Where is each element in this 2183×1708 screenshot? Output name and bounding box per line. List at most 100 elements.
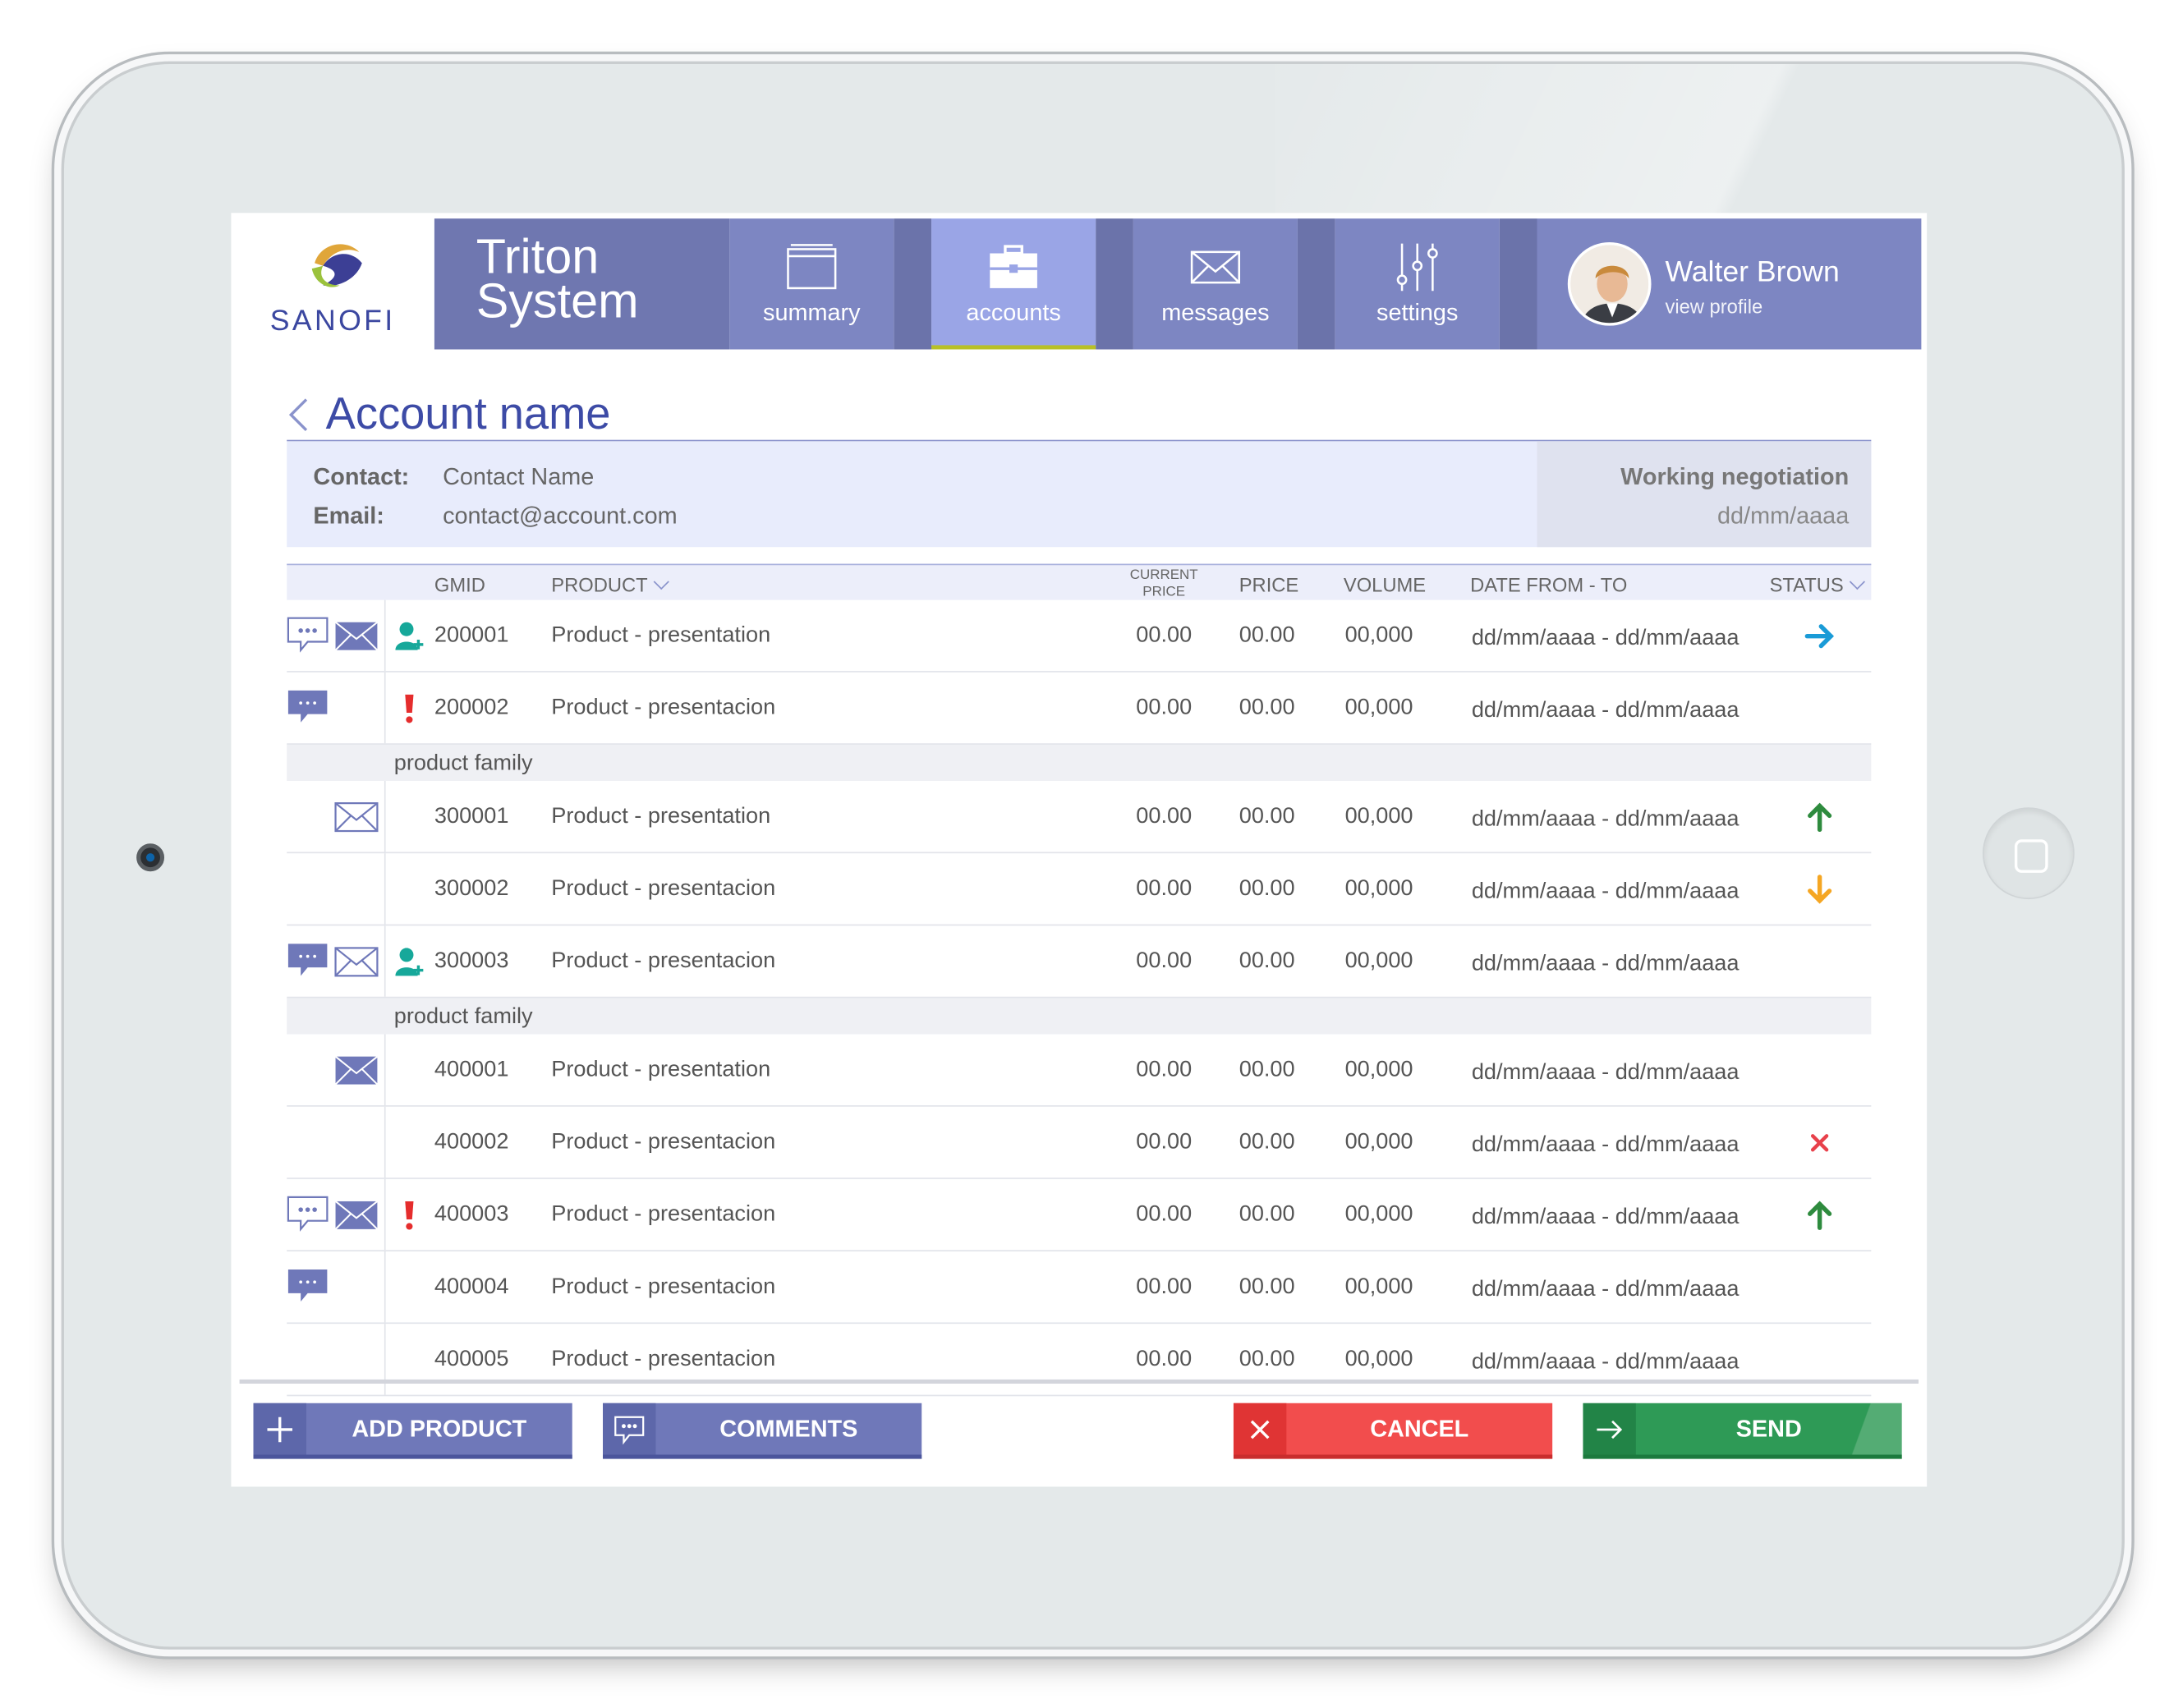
back-chevron-icon[interactable] — [287, 397, 312, 433]
table-row[interactable]: 400004 Product - presentacion 00.00 00.00 00… — [287, 1251, 1872, 1325]
home-button[interactable] — [1982, 807, 2075, 900]
account-detail-panel: Account name Contact: Contact Name Email… — [253, 365, 1905, 1397]
arrow-up-icon — [1804, 801, 1835, 833]
volume-cell[interactable]: 00,000 — [1345, 1203, 1413, 1228]
price-cell[interactable]: 00.00 — [1239, 1058, 1295, 1083]
date-range-cell[interactable]: dd/mm/aaaa - dd/mm/aaaa — [1472, 807, 1740, 833]
mail-icon[interactable] — [334, 1200, 379, 1237]
column-price[interactable]: PRICE — [1239, 573, 1299, 595]
volume-cell[interactable]: 00,000 — [1345, 623, 1413, 649]
row-divider — [384, 1178, 386, 1251]
volume-cell[interactable]: 00,000 — [1345, 805, 1413, 830]
sanofi-logo[interactable]: SANOFI — [231, 213, 434, 350]
table-row[interactable]: 400002 Product - presentacion 00.00 00.00 00… — [287, 1106, 1872, 1179]
table-row[interactable]: 300003 Product - presentacion 00.00 00.00 00… — [287, 925, 1872, 999]
rejected-x-icon — [1804, 1127, 1835, 1158]
volume-cell[interactable]: 00,000 — [1345, 877, 1413, 902]
date-range-cell[interactable]: dd/mm/aaaa - dd/mm/aaaa — [1472, 1061, 1740, 1086]
gmid-cell: 400003 — [434, 1202, 509, 1227]
price-cell[interactable]: 00.00 — [1239, 623, 1295, 649]
product-cell: Product - presentacion — [551, 949, 776, 973]
email-value[interactable]: contact@account.com — [443, 503, 678, 530]
tab-settings[interactable]: settings — [1335, 218, 1500, 350]
column-volume[interactable]: VOLUME — [1344, 573, 1426, 595]
page-title: Account name — [325, 388, 611, 438]
price-cell[interactable]: 00.00 — [1239, 1275, 1295, 1301]
mail-outline-icon[interactable] — [334, 801, 379, 839]
date-range-cell[interactable]: dd/mm/aaaa - dd/mm/aaaa — [1472, 1350, 1740, 1375]
row-divider — [384, 599, 386, 672]
volume-cell[interactable]: 00,000 — [1345, 1131, 1413, 1156]
column-date[interactable]: DATE FROM - TO — [1470, 573, 1627, 595]
table-row[interactable]: 300002 Product - presentacion 00.00 00.00 00… — [287, 853, 1872, 926]
arrow-down-icon — [1804, 875, 1835, 905]
volume-cell[interactable]: 00,000 — [1345, 1058, 1413, 1083]
column-product[interactable]: PRODUCT — [551, 573, 670, 596]
product-cell: Product - presentation — [551, 623, 771, 648]
table-row[interactable]: 200002 Product - presentacion 00.00 00.00 00… — [287, 672, 1872, 745]
tab-messages-label: messages — [1161, 299, 1270, 326]
price-cell[interactable]: 00.00 — [1239, 696, 1295, 722]
app-title-line2: System — [476, 273, 639, 329]
view-profile-link[interactable]: view profile — [1665, 295, 1762, 317]
date-range-cell[interactable]: dd/mm/aaaa - dd/mm/aaaa — [1472, 1278, 1740, 1303]
tab-messages[interactable]: messages — [1133, 218, 1298, 350]
account-info-bar: Contact: Contact Name Email: contact@acc… — [287, 441, 1872, 548]
product-cell: Product - presentacion — [551, 696, 776, 720]
column-product-label: PRODUCT — [551, 573, 648, 596]
column-current-price[interactable]: CURRENT PRICE — [1125, 568, 1203, 602]
price-cell[interactable]: 00.00 — [1239, 1131, 1295, 1156]
volume-cell[interactable]: 00,000 — [1345, 696, 1413, 722]
current-price-cell: 00.00 — [1136, 949, 1193, 973]
tab-summary[interactable]: summary — [729, 218, 894, 350]
comment-filled-icon[interactable] — [287, 689, 329, 732]
arrow-right-icon — [1583, 1403, 1636, 1455]
table-row[interactable]: 200001 Product - presentation 00.00 00.00 00… — [287, 599, 1872, 673]
comment-filled-icon[interactable] — [287, 1268, 329, 1311]
comments-button[interactable]: COMMENTS — [603, 1403, 922, 1459]
price-cell[interactable]: 00.00 — [1239, 805, 1295, 830]
date-range-cell[interactable]: dd/mm/aaaa - dd/mm/aaaa — [1472, 1205, 1740, 1231]
sanofi-bird-icon — [311, 244, 362, 287]
price-cell[interactable]: 00.00 — [1239, 877, 1295, 902]
comment-icon[interactable] — [287, 1196, 329, 1239]
gmid-cell: 400004 — [434, 1274, 509, 1299]
comment-icon[interactable] — [287, 617, 329, 660]
volume-cell[interactable]: 00,000 — [1345, 1275, 1413, 1301]
cancel-button[interactable]: CANCEL — [1233, 1403, 1553, 1459]
gmid-cell: 200001 — [434, 623, 509, 648]
mail-icon[interactable] — [334, 621, 379, 659]
price-cell[interactable]: 00.00 — [1239, 1348, 1295, 1373]
price-cell[interactable]: 00.00 — [1239, 949, 1295, 975]
avatar — [1567, 241, 1652, 326]
sort-chevron-icon — [654, 574, 670, 590]
table-row[interactable]: 400005 Product - presentacion 00.00 00.00 00… — [287, 1324, 1872, 1397]
date-range-cell[interactable]: dd/mm/aaaa - dd/mm/aaaa — [1472, 627, 1740, 652]
user-profile[interactable]: Walter Brown view profile — [1537, 218, 1922, 350]
tab-accounts[interactable]: accounts — [931, 218, 1096, 350]
send-button[interactable]: SEND — [1583, 1403, 1902, 1459]
table-row[interactable]: 400003 Product - presentacion 00.00 00.00 00… — [287, 1178, 1872, 1251]
column-status[interactable]: STATUS — [1770, 573, 1866, 596]
gmid-cell: 300001 — [434, 804, 509, 829]
date-range-cell[interactable]: dd/mm/aaaa - dd/mm/aaaa — [1472, 1133, 1740, 1159]
table-row[interactable]: 300001 Product - presentation 00.00 00.00 00… — [287, 781, 1872, 854]
date-range-cell[interactable]: dd/mm/aaaa - dd/mm/aaaa — [1472, 953, 1740, 978]
date-range-cell[interactable]: dd/mm/aaaa - dd/mm/aaaa — [1472, 879, 1740, 905]
table-row[interactable]: 400001 Product - presentation 00.00 00.00 00… — [287, 1034, 1872, 1107]
add-product-button[interactable]: ADD PRODUCT — [253, 1403, 572, 1459]
comment-filled-icon[interactable] — [287, 943, 329, 986]
volume-cell[interactable]: 00,000 — [1345, 949, 1413, 975]
volume-cell[interactable]: 00,000 — [1345, 1348, 1413, 1373]
column-gmid[interactable]: GMID — [434, 573, 485, 595]
mail-outline-icon[interactable] — [334, 947, 379, 985]
price-cell[interactable]: 00.00 — [1239, 1203, 1295, 1228]
arrow-right-icon — [1804, 621, 1835, 651]
mail-icon[interactable] — [334, 1055, 379, 1093]
comments-label: COMMENTS — [719, 1415, 858, 1442]
user-photo-icon — [1570, 245, 1649, 324]
tab-accounts-label: accounts — [966, 299, 1061, 326]
current-price-cell: 00.00 — [1136, 623, 1193, 648]
date-range-cell[interactable]: dd/mm/aaaa - dd/mm/aaaa — [1472, 699, 1740, 724]
current-price-cell: 00.00 — [1136, 804, 1193, 829]
